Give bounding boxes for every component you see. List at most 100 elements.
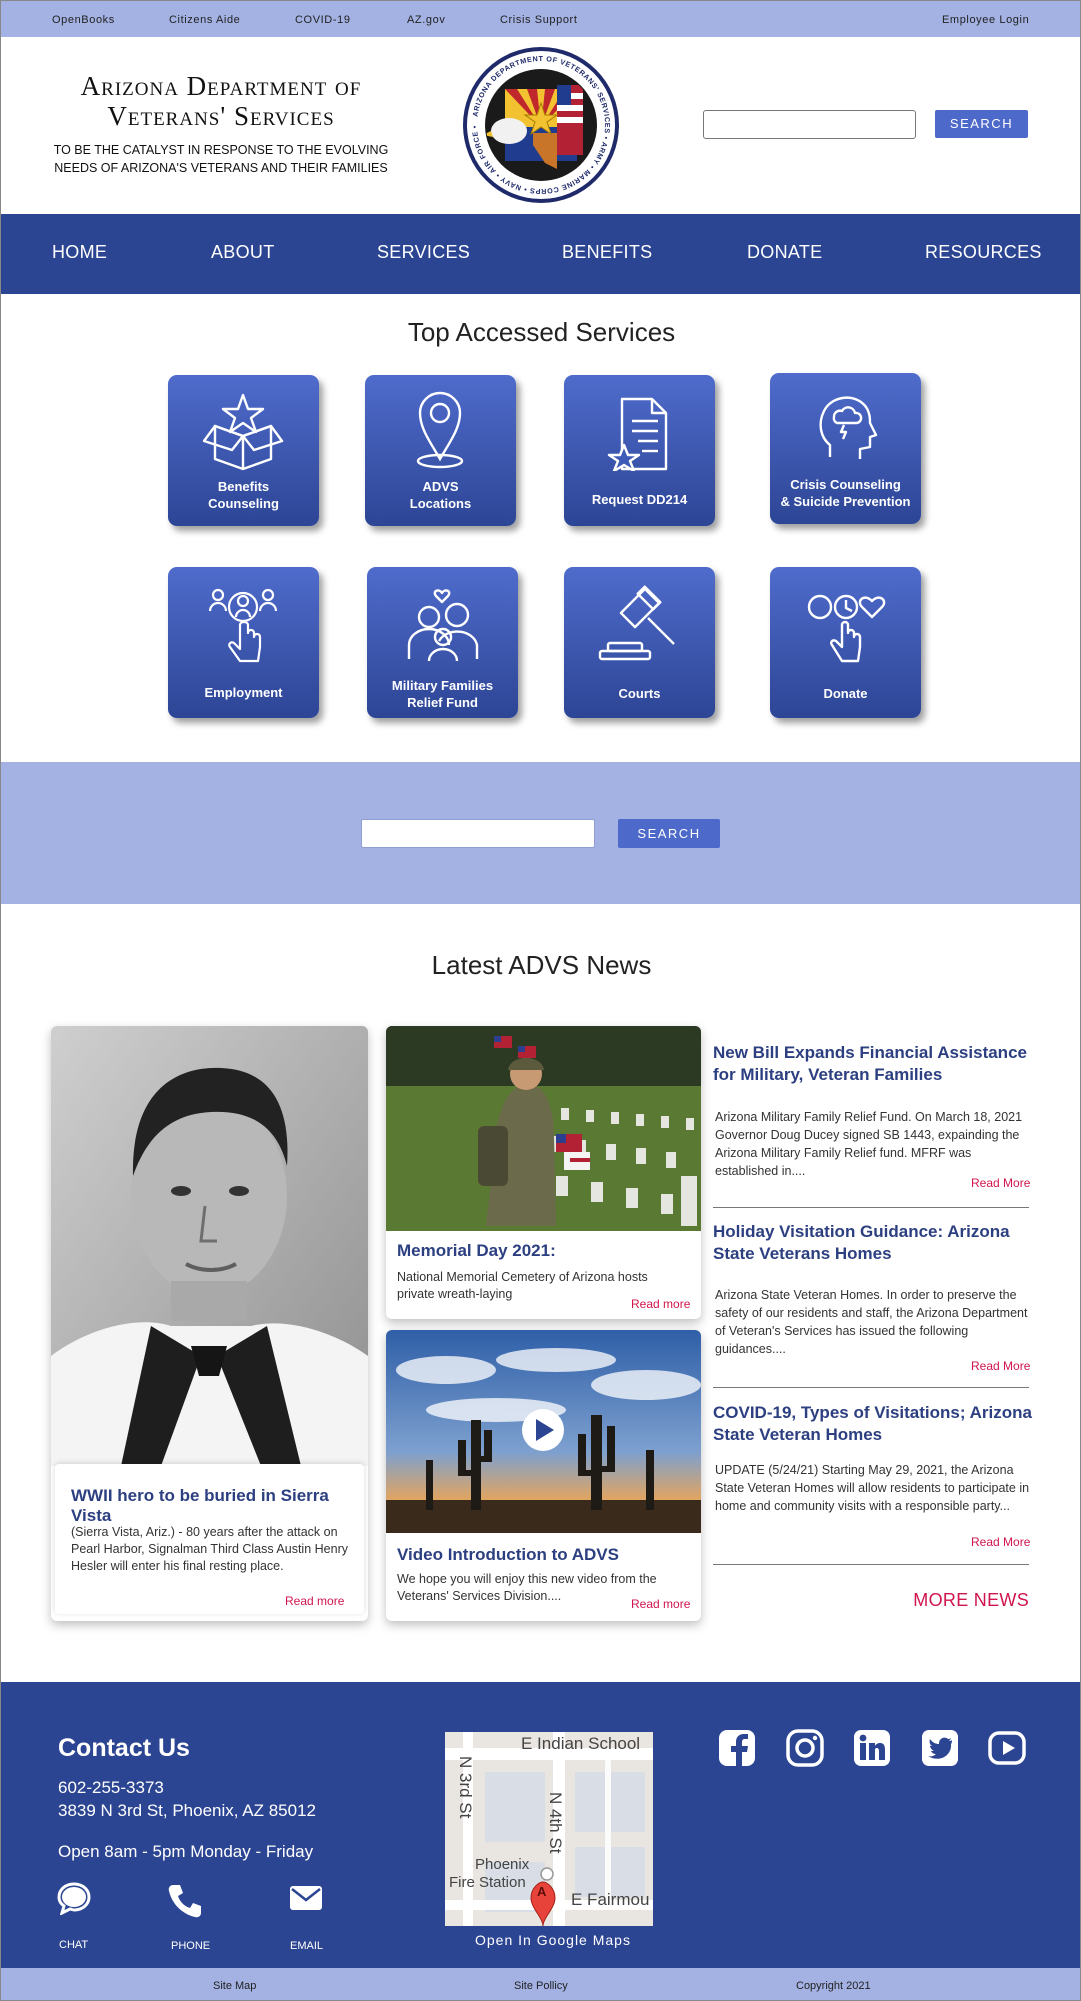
news-item-title[interactable]: COVID-19, Types of Visitations; Arizona … [713,1402,1033,1446]
tile-benefits-counseling[interactable]: Benefits Counseling [168,375,319,526]
hand-people-icon [208,588,278,663]
site-title-line1: Arizona Department of [80,71,362,101]
site-title[interactable]: Arizona Department of Veterans' Services [41,71,401,131]
band-search-input[interactable] [361,819,595,848]
tile-advs-locations[interactable]: ADVS Locations [365,375,516,526]
site-map-link[interactable]: Site Map [213,1980,256,1992]
feature-title[interactable]: WWII hero to be buried in Sierra Vista [71,1486,361,1526]
news-item-read-more[interactable]: Read More [971,1359,1030,1373]
phone-label[interactable]: PHONE [171,1940,210,1952]
advs-seal-logo[interactable]: ARIZONA DEPARTMENT OF VETERANS' SERVICES… [461,45,621,205]
news-card-video-intro[interactable]: Video Introduction to ADVS We hope you w… [386,1330,701,1621]
nav-resources[interactable]: RESOURCES [925,242,1042,263]
topbar-link-openbooks[interactable]: OpenBooks [52,14,115,26]
top-utility-bar: OpenBooks Citizens Aide COVID-19 AZ.gov … [1,1,1080,37]
topbar-link-citizens-aide[interactable]: Citizens Aide [169,14,240,26]
nav-donate[interactable]: DONATE [747,242,822,263]
site-title-line2: Veterans' Services [107,101,335,131]
tile-label-line2: Counseling [208,496,279,511]
video-body: We hope you will enjoy this new video fr… [397,1572,657,1603]
youtube-icon[interactable] [988,1729,1026,1767]
nav-about[interactable]: ABOUT [211,242,275,263]
memorial-body: National Memorial Cemetery of Arizona ho… [397,1270,648,1301]
tile-label-line1: Request DD214 [591,492,688,507]
contact-phone[interactable]: 602-255-3373 [58,1778,164,1798]
head-cloud-icon [819,396,878,459]
topbar-link-covid[interactable]: COVID-19 [295,14,351,26]
email-label[interactable]: EMAIL [290,1940,323,1952]
family-icon [407,589,479,662]
news-card-wwii-hero[interactable]: WWII hero to be buried in Sierra Vista (… [51,1026,368,1621]
facebook-icon[interactable] [718,1729,756,1767]
topbar-link-crisis-support[interactable]: Crisis Support [500,14,577,26]
feature-read-more[interactable]: Read more [285,1594,344,1608]
nav-benefits[interactable]: BENEFITS [562,242,652,263]
document-star-icon [607,397,668,471]
news-item-body: Arizona State Veteran Homes. In order to… [715,1288,1028,1356]
map-place-line2: Fire Station [449,1874,526,1891]
band-search-button[interactable]: SEARCH [618,819,720,848]
tile-label-line2: Relief Fund [407,695,478,710]
site-policy-link[interactable]: Site Pollicy [514,1980,568,1992]
tile-label-line2: & Suicide Prevention [780,494,911,509]
open-google-maps-link[interactable]: Open In Google Maps [475,1932,631,1948]
video-read-more[interactable]: Read more [631,1597,690,1611]
chat-label[interactable]: CHAT [59,1939,88,1951]
nav-services[interactable]: SERVICES [377,242,470,263]
divider [713,1387,1029,1388]
location-map[interactable]: E Indian School N 3rd St N 4th St Phoeni… [445,1732,653,1926]
tile-crisis-counseling[interactable]: Crisis Counseling & Suicide Prevention [770,373,921,524]
memorial-read-more[interactable]: Read more [631,1297,690,1311]
map-marker-label[interactable]: A [537,1884,546,1899]
hand-heart-icon [807,594,886,663]
more-news-link[interactable]: MORE NEWS [901,1590,1029,1611]
tile-donate[interactable]: Donate [770,567,921,718]
video-title[interactable]: Video Introduction to ADVS [397,1545,619,1565]
news-card-memorial-day[interactable]: Memorial Day 2021: National Memorial Cem… [386,1026,701,1319]
tile-employment[interactable]: Employment [168,567,319,718]
tile-label-line2: Locations [409,496,472,511]
feature-body: (Sierra Vista, Ariz.) - 80 years after t… [71,1525,348,1573]
map-street-left: N 3rd St [456,1756,475,1819]
twitter-icon[interactable] [921,1729,959,1767]
tile-label-line1: Donate [823,686,868,701]
map-street-right: N 4th St [546,1792,565,1854]
tile-label-line1: Employment [204,685,283,700]
map-place-line1: Phoenix [475,1856,530,1873]
gavel-icon [598,585,675,661]
news-item-body: Arizona Military Family Relief Fund. On … [715,1110,1023,1178]
map-street-bottom: E Fairmou [571,1890,650,1909]
phone-icon[interactable] [167,1883,203,1919]
news-item-title[interactable]: New Bill Expands Financial Assistance fo… [713,1042,1033,1086]
site-tagline: TO BE THE CATALYST IN RESPONSE TO THE EV… [41,141,401,177]
chat-icon[interactable] [57,1881,91,1915]
divider [713,1564,1029,1565]
news-item-title[interactable]: Holiday Visitation Guidance: Arizona Sta… [713,1221,1033,1265]
tagline-line1: TO BE THE CATALYST IN RESPONSE TO THE EV… [53,143,389,157]
divider [713,1207,1029,1208]
memorial-day-soldier-image [386,1026,701,1231]
employee-login-link[interactable]: Employee Login [942,14,1029,26]
tile-courts[interactable]: Courts [564,567,715,718]
desert-saguaro-video-thumbnail [386,1330,701,1533]
feature-text-panel: WWII hero to be buried in Sierra Vista (… [55,1464,364,1614]
news-item-body: UPDATE (5/24/21) Starting May 29, 2021, … [715,1463,1030,1513]
header-search-button[interactable]: SEARCH [935,110,1028,138]
email-icon[interactable] [289,1885,323,1911]
contact-hours: Open 8am - 5pm Monday - Friday [58,1842,314,1861]
tile-military-families-relief-fund[interactable]: Military Families Relief Fund [367,567,518,718]
instagram-icon[interactable] [786,1729,824,1767]
services-title: Top Accessed Services [407,317,676,347]
news-item-read-more[interactable]: Read More [971,1535,1030,1549]
nav-home[interactable]: HOME [52,242,107,263]
memorial-title[interactable]: Memorial Day 2021: [397,1241,556,1261]
box-star-icon [202,393,284,471]
tile-label-line1: Crisis Counseling [790,477,901,492]
linkedin-icon[interactable] [853,1729,891,1767]
topbar-link-azgov[interactable]: AZ.gov [407,14,445,26]
news-item-read-more[interactable]: Read More [971,1176,1030,1190]
contact-address: 3839 N 3rd St, Phoenix, AZ 85012 [58,1801,317,1820]
header-search-input[interactable] [703,110,916,139]
bottom-bar: Site Map Site Pollicy Copyright 2021 [1,1968,1080,2000]
tile-request-dd214[interactable]: Request DD214 [564,375,715,526]
